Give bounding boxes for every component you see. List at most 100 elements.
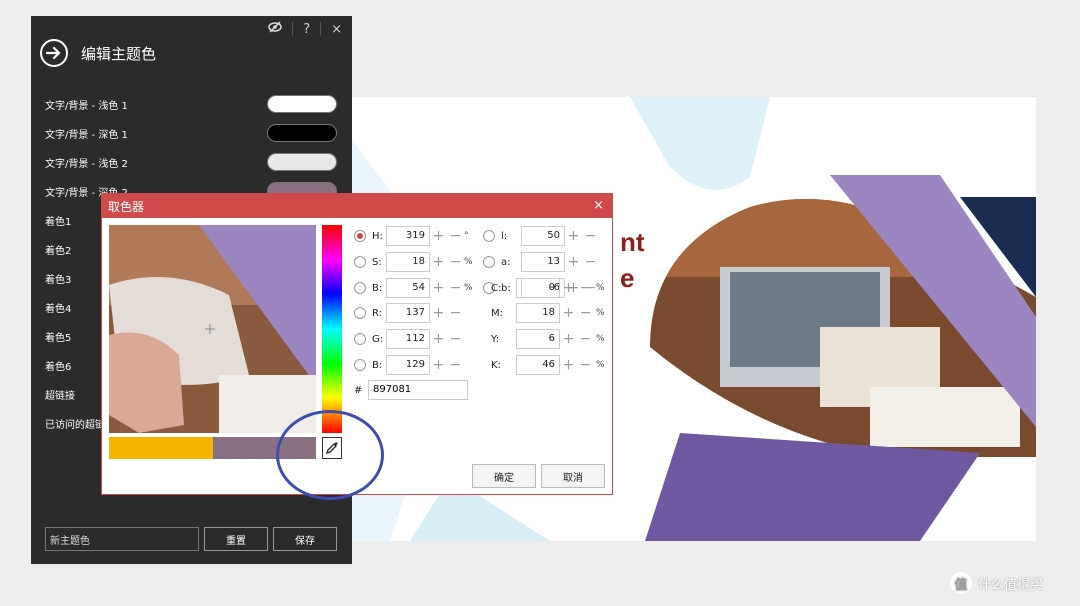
slide-title-fragment-2: e — [620, 263, 635, 293]
field-label: a: — [501, 256, 511, 268]
hue-slider[interactable] — [322, 225, 342, 433]
stepper: + − — [560, 281, 594, 295]
increment-icon[interactable]: + — [433, 358, 445, 372]
decrement-icon[interactable]: − — [450, 255, 462, 269]
color-mode-radio[interactable] — [354, 359, 366, 371]
watermark-logo-icon: 值 — [950, 572, 972, 594]
theme-color-label: 着色5 — [45, 332, 72, 344]
ok-button[interactable]: 确定 — [472, 464, 536, 488]
cancel-button[interactable]: 取消 — [541, 464, 605, 488]
color-mode-radio[interactable] — [354, 230, 366, 242]
help-icon[interactable]: ? — [303, 22, 310, 37]
field-value-input[interactable]: 0 — [516, 278, 560, 298]
slide-title-fragment-1: nt — [620, 227, 645, 257]
decrement-icon[interactable]: − — [580, 306, 592, 320]
cmyk-field-row: Y: 6 + −% — [491, 328, 606, 350]
field-unit: % — [596, 283, 605, 293]
color-mode-radio[interactable] — [483, 230, 495, 242]
save-button[interactable]: 保存 — [273, 527, 337, 551]
back-button[interactable] — [40, 39, 68, 67]
color-sample-canvas[interactable] — [109, 225, 316, 433]
theme-color-row: 文字/背景 - 深色 1 — [45, 123, 337, 143]
field-label: B: — [372, 282, 383, 294]
decrement-icon[interactable]: − — [450, 332, 462, 346]
field-value-input[interactable]: 137 — [386, 303, 430, 323]
theme-color-label: 着色1 — [45, 216, 72, 228]
increment-icon[interactable]: + — [433, 306, 445, 320]
cmyk-field-row: M: 18 + −% — [491, 302, 606, 324]
increment-icon[interactable]: + — [563, 358, 575, 372]
theme-name-input[interactable]: 新主题色 — [45, 527, 199, 551]
decrement-icon[interactable]: − — [450, 229, 462, 243]
field-value-input[interactable]: 319 — [386, 226, 430, 246]
increment-icon[interactable]: + — [433, 281, 445, 295]
field-label: S: — [372, 256, 382, 268]
decrement-icon[interactable]: − — [580, 332, 592, 346]
increment-icon[interactable]: + — [563, 306, 575, 320]
hex-prefix: # — [354, 384, 363, 396]
theme-color-swatch[interactable] — [267, 124, 337, 142]
theme-color-swatch[interactable] — [267, 95, 337, 113]
lab-field-row: a: 13 + − — [483, 251, 599, 273]
theme-color-row: 文字/背景 - 浅色 2 — [45, 152, 337, 172]
stepper: + − — [430, 358, 464, 372]
color-mode-radio[interactable] — [354, 256, 366, 268]
field-value-input[interactable]: 18 — [386, 252, 430, 272]
watermark-text: 什么值得买 — [978, 577, 1044, 593]
color-mode-radio[interactable] — [354, 282, 366, 294]
field-value-input[interactable]: 18 — [516, 303, 560, 323]
color-field-row: G: 112 + − — [354, 328, 474, 350]
decrement-icon[interactable]: − — [585, 255, 597, 269]
reset-button[interactable]: 重置 — [204, 527, 268, 551]
decrement-icon[interactable]: − — [580, 358, 592, 372]
decrement-icon[interactable]: − — [585, 229, 597, 243]
hex-input[interactable]: 897081 — [368, 380, 468, 400]
field-label: K: — [491, 359, 501, 371]
theme-color-label: 文字/背景 - 浅色 2 — [45, 158, 128, 170]
stepper: + − — [560, 358, 594, 372]
increment-icon[interactable]: + — [433, 255, 445, 269]
theme-color-label: 文字/背景 - 浅色 1 — [45, 100, 128, 112]
dialog-title: 取色器 — [108, 199, 145, 214]
field-value-input[interactable]: 129 — [386, 355, 430, 375]
field-value-input[interactable]: 46 — [516, 355, 560, 375]
theme-color-label: 着色2 — [45, 245, 72, 257]
field-value-input[interactable]: 13 — [521, 252, 565, 272]
color-mode-radio[interactable] — [354, 333, 366, 345]
field-value-input[interactable]: 50 — [521, 226, 565, 246]
original-color-swatch — [109, 437, 213, 459]
close-icon[interactable]: × — [331, 22, 342, 37]
watermark: 值 什么值得买 — [950, 572, 1043, 594]
decrement-icon[interactable]: − — [450, 306, 462, 320]
theme-color-label: 文字/背景 - 深色 1 — [45, 129, 128, 141]
dialog-close-icon[interactable]: × — [593, 198, 604, 213]
increment-icon[interactable]: + — [568, 255, 580, 269]
stepper: + − — [430, 281, 464, 295]
decrement-icon[interactable]: − — [450, 281, 462, 295]
increment-icon[interactable]: + — [433, 332, 445, 346]
decrement-icon[interactable]: − — [580, 281, 592, 295]
toolbar-divider — [292, 22, 294, 36]
increment-icon[interactable]: + — [563, 332, 575, 346]
increment-icon[interactable]: + — [568, 229, 580, 243]
theme-color-swatch[interactable] — [267, 153, 337, 171]
stepper: + − — [560, 332, 594, 346]
field-label: H: — [372, 230, 383, 242]
stepper: + − — [430, 255, 464, 269]
color-mode-radio[interactable] — [483, 256, 495, 268]
dialog-titlebar: 取色器 × — [102, 194, 612, 218]
lab-field-row: l: 50 + − — [483, 225, 599, 247]
increment-icon[interactable]: + — [433, 229, 445, 243]
field-value-input[interactable]: 54 — [386, 278, 430, 298]
decrement-icon[interactable]: − — [450, 358, 462, 372]
eye-hidden-icon[interactable] — [268, 21, 282, 37]
field-value-input[interactable]: 6 — [516, 329, 560, 349]
stepper: + − — [430, 229, 464, 243]
field-unit: % — [596, 334, 605, 344]
theme-color-row: 文字/背景 - 浅色 1 — [45, 94, 337, 114]
highlight-circle — [276, 410, 384, 500]
increment-icon[interactable]: + — [563, 281, 575, 295]
color-mode-radio[interactable] — [354, 307, 366, 319]
field-value-input[interactable]: 112 — [386, 329, 430, 349]
field-unit: % — [596, 308, 605, 318]
